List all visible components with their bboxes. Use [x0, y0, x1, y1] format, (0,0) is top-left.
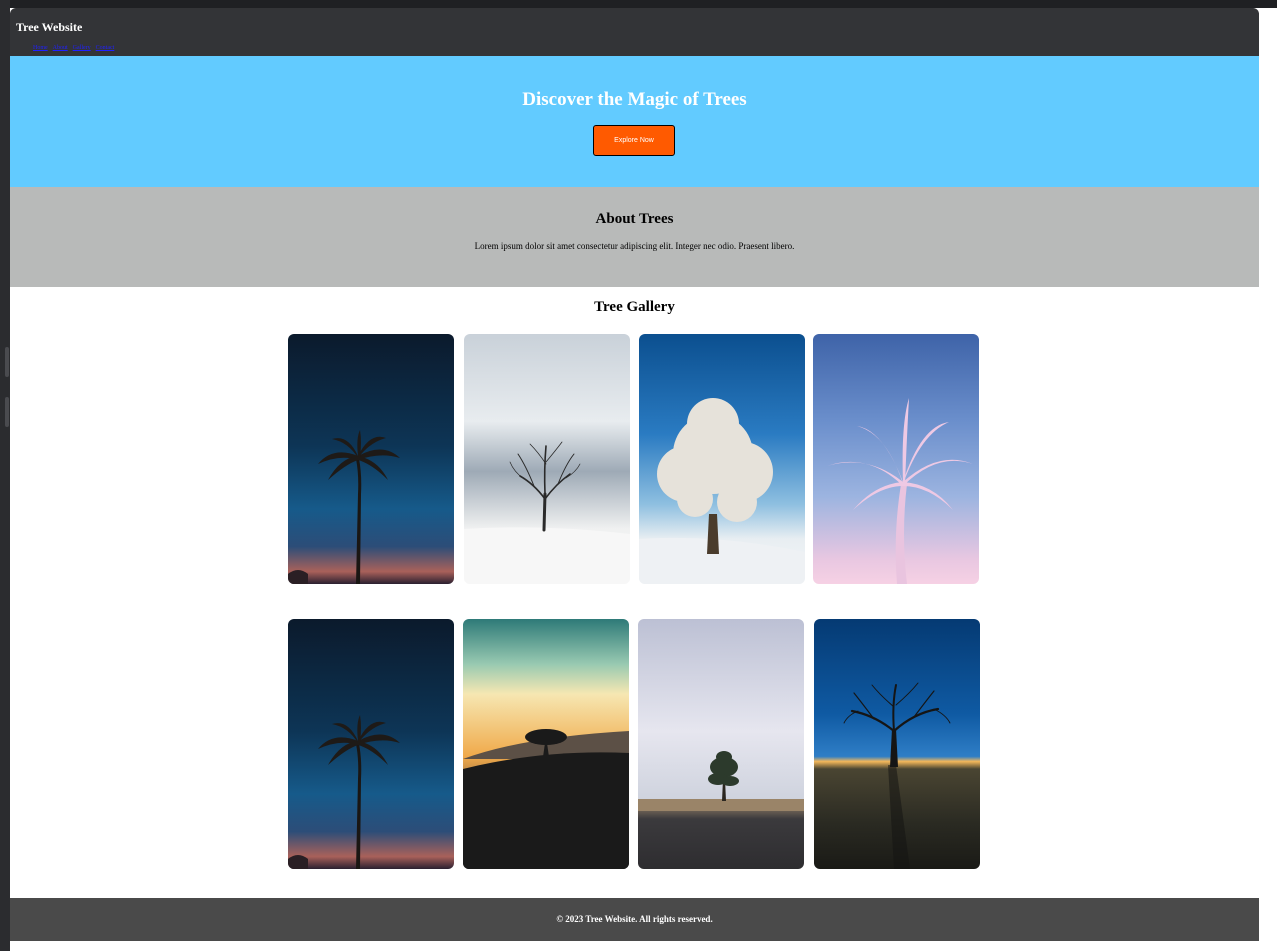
frosted-tree-icon: [639, 398, 805, 584]
window-left-edge: [0, 0, 10, 951]
about-text: Lorem ipsum dolor sit amet consectetur a…: [474, 241, 795, 251]
explore-now-button[interactable]: Explore Now: [593, 125, 675, 156]
oak-tree-silhouette-icon: [843, 682, 951, 869]
tree-photo-palm-night[interactable]: [288, 619, 454, 869]
pine-tree-icon: [638, 751, 804, 811]
tree-photo-frost[interactable]: [639, 334, 805, 584]
site-footer: © 2023 Tree Website. All rights reserved…: [10, 898, 1259, 941]
tree-photo-blue-dusk[interactable]: [814, 619, 980, 869]
gallery-heading: Tree Gallery: [594, 299, 675, 315]
tree-photo-snow-bare[interactable]: [464, 334, 630, 584]
gallery-section: Tree Gallery: [10, 287, 1259, 898]
hero-section: Discover the Magic of Trees Explore Now: [10, 56, 1259, 187]
tree-photo-grey-sky-pine[interactable]: [638, 619, 804, 869]
site-header: Tree Website Home About Gallery Contact: [10, 8, 1259, 56]
site-title: Tree Website: [16, 20, 83, 34]
palm-tree-silhouette-icon: [288, 430, 400, 584]
palm-tree-silhouette-icon: [288, 715, 400, 869]
window-top-bar: [0, 0, 1277, 8]
bare-tree-icon: [464, 441, 630, 584]
about-section: About Trees Lorem ipsum dolor sit amet c…: [10, 187, 1259, 287]
resize-handle[interactable]: [5, 347, 9, 377]
palm-tree-icon: [827, 398, 973, 584]
footer-copyright: © 2023 Tree Website. All rights reserved…: [556, 914, 713, 924]
tree-photo-sunset-hill[interactable]: [463, 619, 629, 869]
acacia-tree-icon: [463, 729, 629, 869]
tree-photo-palm-night[interactable]: [288, 334, 454, 584]
nav-link-contact[interactable]: Contact: [96, 45, 115, 51]
nav-link-home[interactable]: Home: [33, 45, 48, 51]
about-heading: About Trees: [595, 211, 674, 227]
resize-handle[interactable]: [5, 397, 9, 427]
nav-link-about[interactable]: About: [53, 45, 68, 51]
page-viewport: Tree Website Home About Gallery Contact …: [10, 8, 1259, 951]
tree-photo-pink-palm[interactable]: [813, 334, 979, 584]
nav-link-gallery[interactable]: Gallery: [73, 45, 91, 51]
window-right-gutter: [1259, 8, 1277, 951]
hero-heading: Discover the Magic of Trees: [522, 89, 747, 110]
main-nav: Home About Gallery Contact: [33, 45, 114, 51]
